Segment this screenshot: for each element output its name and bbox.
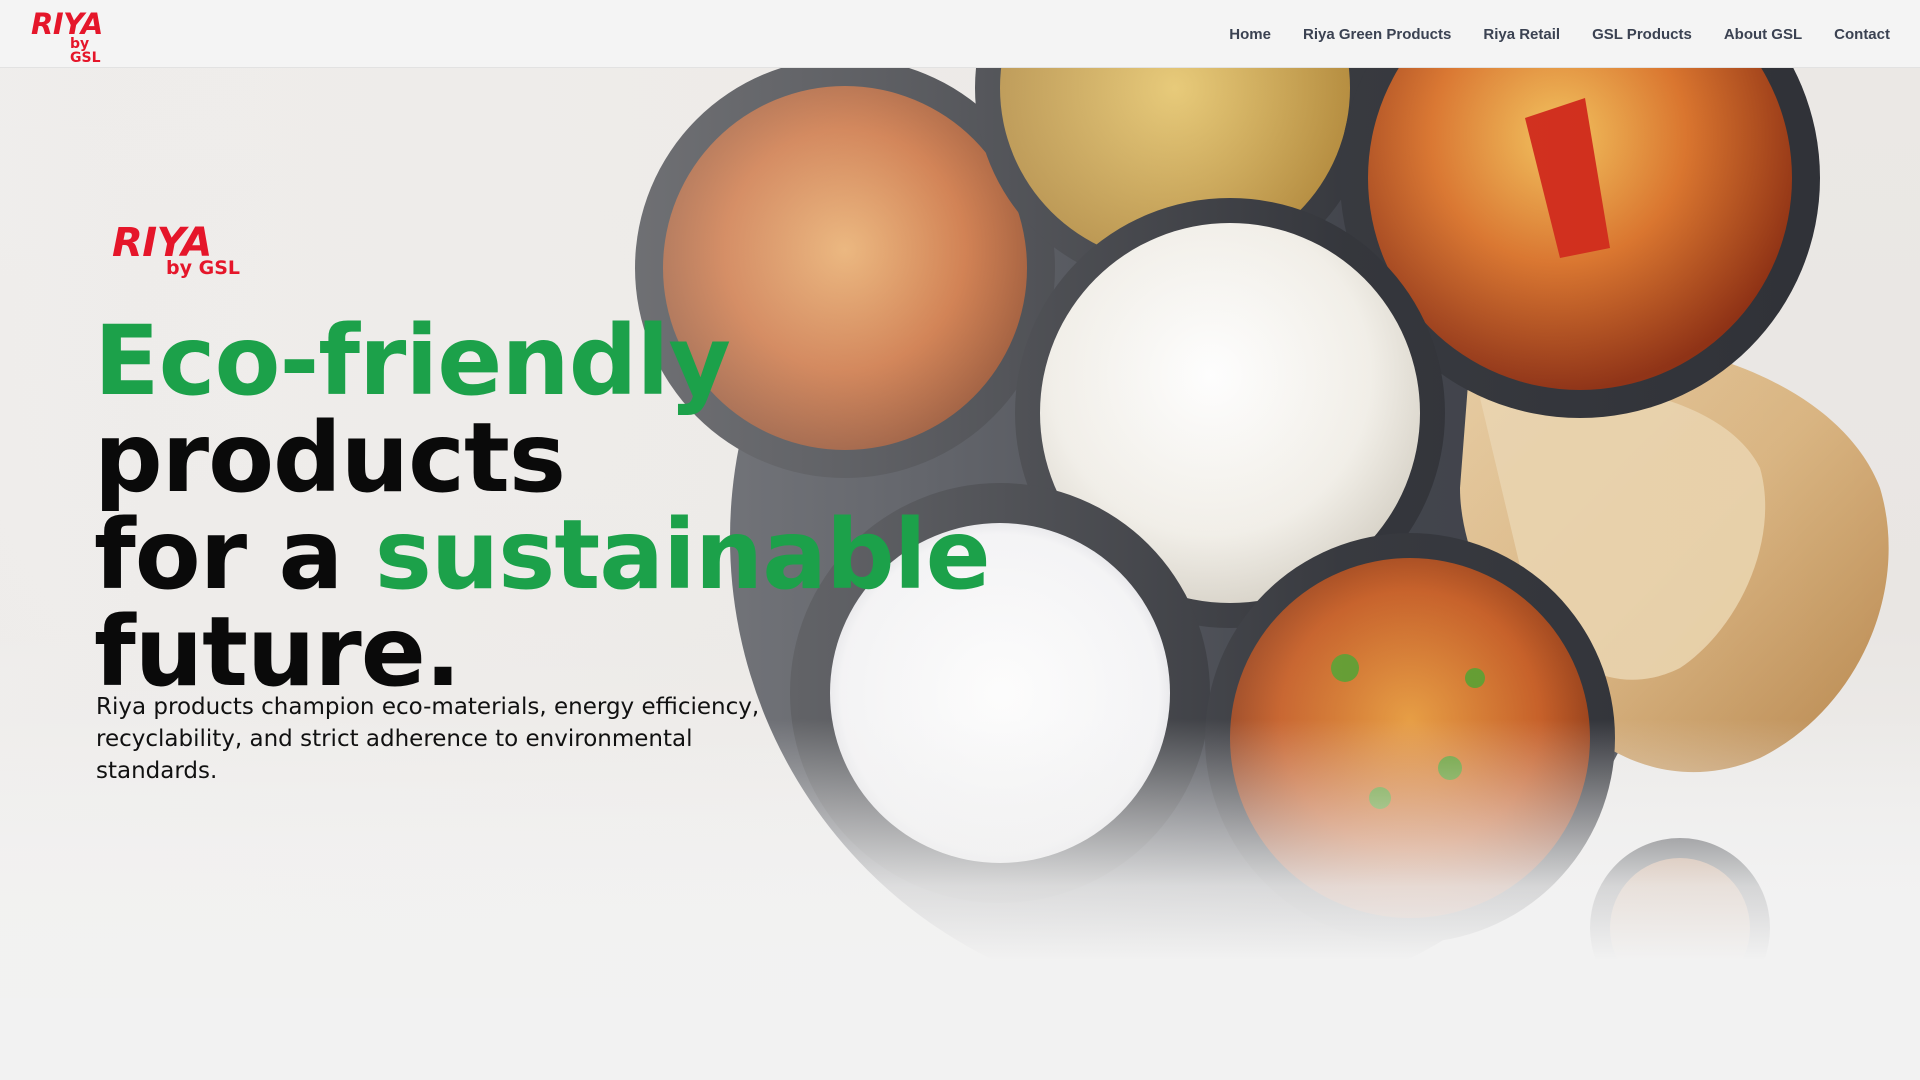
logo-brand-text: RIYA — [31, 7, 103, 41]
headline-eco-friendly: Eco-friendly — [94, 305, 731, 417]
nav-contact[interactable]: Contact — [1834, 26, 1890, 43]
main-nav: Home Riya Green Products Riya Retail GSL… — [1197, 0, 1890, 68]
hero-headline: Eco-friendly products for a sustainable … — [94, 313, 1214, 701]
nav-gsl-products[interactable]: GSL Products — [1592, 26, 1692, 43]
nav-home[interactable]: Home — [1229, 26, 1271, 43]
nav-riya-retail[interactable]: Riya Retail — [1483, 26, 1560, 43]
hero-section: RIYA by GSL Eco-friendly products for a … — [0, 68, 1920, 998]
logo-sub-text: by GSL — [70, 36, 101, 66]
headline-products: products — [94, 402, 566, 514]
hero-logo-sub-text: by GSL — [166, 257, 240, 279]
nav-about-gsl[interactable]: About GSL — [1724, 26, 1802, 43]
nav-riya-green-products[interactable]: Riya Green Products — [1303, 26, 1451, 43]
headline-sustainable: sustainable — [374, 499, 991, 611]
headline-for-a: for a — [94, 499, 375, 611]
hero-logo: RIYA by GSL — [112, 223, 242, 285]
header-logo[interactable]: RIYA by GSL — [31, 7, 123, 66]
hero-description: Riya products champion eco-materials, en… — [96, 694, 760, 784]
site-header: RIYA by GSL Home Riya Green Products Riy… — [0, 0, 1920, 68]
